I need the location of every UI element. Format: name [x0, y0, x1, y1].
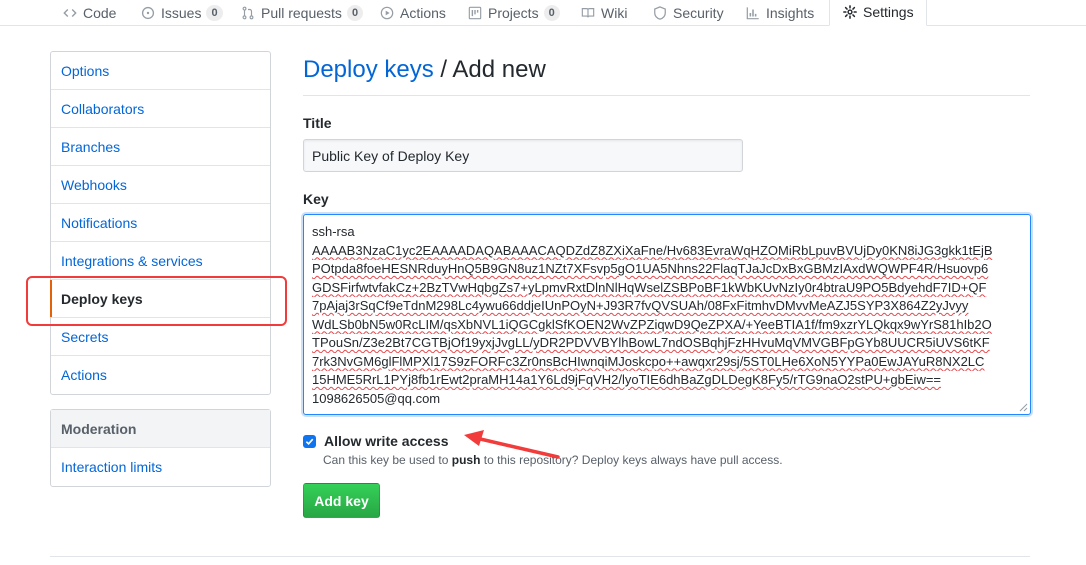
key-line: 7rk3NvGM6glFlMPXl17S9zFORFc3Zr0nsBcHIwnq…: [312, 353, 985, 369]
annotation-highlight-box: [26, 276, 287, 326]
tab-wiki[interactable]: Wiki: [580, 0, 627, 26]
tab-label: Pull requests: [261, 5, 342, 21]
tab-label: Security: [673, 5, 724, 21]
menu-item-branches[interactable]: Branches: [51, 128, 270, 166]
project-icon: [467, 5, 483, 21]
menu-item-collaborators[interactable]: Collaborators: [51, 90, 270, 128]
tab-settings[interactable]: Settings: [829, 0, 927, 26]
key-line: 1098626505@qq.com: [312, 390, 441, 406]
pull-requests-count-badge: 0: [346, 5, 364, 21]
note-text: Can this key be used to: [323, 453, 452, 467]
write-access-row: Allow write access: [303, 433, 449, 449]
settings-menu: Options Collaborators Branches Webhooks …: [50, 51, 271, 395]
menu-item-webhooks[interactable]: Webhooks: [51, 166, 270, 204]
checkmark-icon: [305, 438, 314, 445]
tab-label: Wiki: [601, 5, 628, 21]
key-textarea[interactable]: ssh-rsa AAAAB3NzaC1yc2EAAAADAQABAAACAQDZ…: [303, 214, 1031, 415]
shield-icon: [652, 5, 668, 21]
book-icon: [580, 5, 596, 21]
title-label: Title: [303, 115, 332, 131]
key-line: GDSFirfwtvfakCz+2BzTVwHqbgZs7+yLpmvRxtDl…: [312, 279, 987, 295]
tab-label: Issues: [161, 5, 202, 21]
page-title: Deploy keys / Add new: [303, 55, 1030, 85]
key-line: WdLSb0bN5w0RcLIM/qsXbNVL1iQGCgklSfKOEN2W…: [312, 316, 992, 332]
issues-count-badge: 0: [206, 5, 223, 21]
key-text: ssh-rsa AAAAB3NzaC1yc2EAAAADAQABAAACAQDZ…: [312, 223, 1022, 408]
moderation-menu: Moderation Interaction limits: [50, 409, 271, 487]
projects-count-badge: 0: [543, 5, 560, 21]
page-header: Deploy keys / Add new: [303, 55, 1030, 96]
tab-security[interactable]: Security: [652, 0, 724, 26]
title-input[interactable]: [303, 139, 743, 172]
tab-label: Settings: [863, 4, 914, 20]
moderation-heading: Moderation: [51, 410, 270, 448]
pull-request-icon: [240, 5, 256, 21]
issue-icon: [140, 5, 156, 21]
tab-pull-requests[interactable]: Pull requests 0: [240, 0, 364, 26]
tab-actions[interactable]: Actions: [379, 0, 446, 26]
menu-item-options[interactable]: Options: [51, 52, 270, 90]
write-access-label[interactable]: Allow write access: [324, 433, 449, 449]
breadcrumb-deploy-keys-link[interactable]: Deploy keys: [303, 56, 434, 83]
repo-nav: Code Issues 0 Pull requests 0 Actions Pr…: [0, 0, 1086, 26]
tab-insights[interactable]: Insights: [745, 0, 814, 26]
tab-label: Code: [83, 5, 117, 21]
graph-icon: [745, 5, 761, 21]
tab-code[interactable]: Code: [62, 0, 116, 26]
menu-item-actions[interactable]: Actions: [51, 356, 270, 394]
tab-issues[interactable]: Issues 0: [140, 0, 223, 26]
menu-item-interaction-limits[interactable]: Interaction limits: [51, 448, 270, 486]
key-label: Key: [303, 191, 329, 207]
tab-projects[interactable]: Projects 0: [467, 0, 560, 26]
key-line: TPouSn/Z3e2Bt7CGTBjOf19yxjJvgLL/yDR2PDVV…: [312, 335, 990, 350]
add-key-button[interactable]: Add key: [303, 483, 380, 518]
tab-label: Projects: [488, 5, 539, 21]
key-line: 7pAjaj3rSqCf9eTdnM298Lc4ywu66ddjeIUnPOyN…: [312, 298, 969, 313]
key-line: POtpda8foeHESNRduyHnQ5B9GN8uz1NZt7XFsvp5…: [312, 261, 989, 276]
footer-divider: [50, 556, 1030, 557]
key-line: 15HME5RrL1PYj8fb1rEwt2praMH14a1Y6Ld9jFqV…: [312, 372, 942, 387]
code-icon: [62, 5, 78, 21]
key-line: AAAAB3NzaC1yc2EAAAADAQABAAACAQDZdZ8ZXiXa…: [312, 242, 993, 258]
menu-item-integrations[interactable]: Integrations & services: [51, 242, 270, 280]
tab-label: Insights: [766, 5, 815, 21]
resize-grip-icon[interactable]: [1019, 403, 1028, 412]
key-line: ssh-rsa: [312, 224, 355, 239]
annotation-arrow-icon: [464, 430, 560, 459]
breadcrumb-current: / Add new: [433, 56, 546, 83]
gear-icon: [842, 4, 858, 20]
tab-label: Actions: [400, 5, 446, 21]
menu-item-notifications[interactable]: Notifications: [51, 204, 270, 242]
write-access-checkbox[interactable]: [303, 434, 316, 448]
play-icon: [379, 5, 395, 21]
